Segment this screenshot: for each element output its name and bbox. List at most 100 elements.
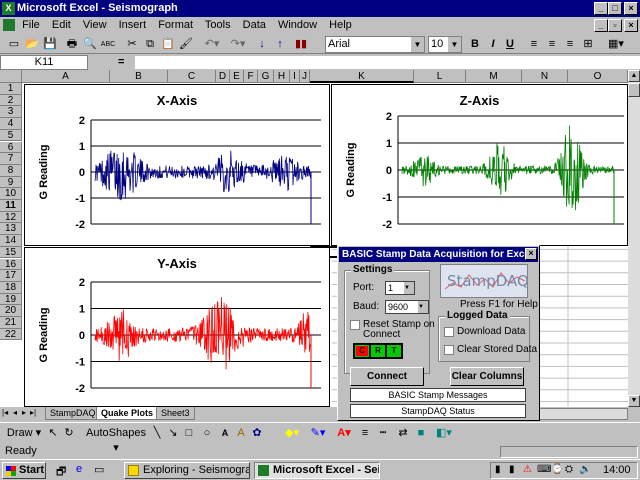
column-header[interactable]: D [216,70,230,83]
dialog-close-button[interactable]: × [525,248,537,260]
column-header[interactable]: B [110,70,168,83]
redo-icon[interactable]: ↷▾ [226,37,250,52]
connect-button[interactable]: Connect [350,367,424,386]
menu-file[interactable]: File [22,19,40,31]
bold-button[interactable]: B [468,37,482,52]
tab-scroll-first-icon[interactable]: |◂ [2,408,8,417]
copy-icon[interactable]: ⧉ [142,37,158,52]
row-header[interactable]: 6 [0,141,22,154]
column-header[interactable]: I [290,70,300,83]
chart-x-axis[interactable]: X-Axis G Reading 2 1 0 -1 -2 [24,84,330,246]
underline-button[interactable]: U [503,37,517,52]
chart-wizard-icon[interactable]: ▮▮ [292,37,310,52]
column-header[interactable]: F [244,70,258,83]
column-header[interactable]: N [522,70,568,83]
doc-close-button[interactable]: × [624,19,638,32]
menu-view[interactable]: View [83,19,107,31]
sort-descending-icon[interactable]: ↑ [272,37,288,52]
draw-menu[interactable]: Draw ▾ [6,426,42,441]
sort-ascending-icon[interactable]: ↓ [254,37,270,52]
cut-icon[interactable]: ✂ [124,37,140,52]
new-icon[interactable]: ▭ [6,37,22,52]
tray-icon[interactable]: ⛭ [565,464,573,475]
tab-scroll-prev-icon[interactable]: ◂ [13,408,17,417]
row-header[interactable]: 13 [0,223,22,236]
menu-window[interactable]: Window [278,19,317,31]
column-header[interactable]: H [274,70,290,83]
scroll-thumb[interactable] [628,83,640,97]
row-header[interactable]: 21 [0,317,22,329]
italic-button[interactable]: I [486,37,500,52]
maximize-button[interactable]: □ [608,2,622,15]
print-preview-icon[interactable]: 🔍 [82,37,98,52]
column-header[interactable]: G [258,70,274,83]
line-icon[interactable]: ╲ [150,426,164,441]
tray-icon[interactable]: ⌚ [551,464,563,475]
arrow-style-icon[interactable]: ⇄ [396,426,410,441]
font-color-icon[interactable]: A▾ [332,426,356,441]
dash-style-icon[interactable]: ┅ [376,426,390,441]
browser-icon[interactable]: e [76,463,90,477]
line-style-icon[interactable]: ≡ [358,426,372,441]
scroll-up-icon[interactable]: ▲ [628,70,640,82]
name-box[interactable]: K11 [0,55,88,70]
3d-icon[interactable]: ◧▾ [432,426,456,441]
close-button[interactable]: × [624,2,638,15]
menu-format[interactable]: Format [158,19,193,31]
tray-icon[interactable]: ▮ [509,464,515,475]
open-icon[interactable]: 📂 [24,37,40,52]
reset-stamp-checkbox[interactable] [350,320,360,330]
volume-icon[interactable]: 🔊 [579,464,591,475]
column-header[interactable]: E [230,70,244,83]
column-header[interactable]: O [568,70,628,83]
borders-icon[interactable]: ▦▾ [604,37,628,52]
autoshapes-menu[interactable]: AutoShapes ▾ [84,426,148,454]
chart-y-axis[interactable]: Y-Axis G Reading 2 1 0 -1 -2 [24,247,330,407]
doc-restore-button[interactable]: ▫ [608,19,622,32]
row-header[interactable]: 16 [0,258,22,271]
tray-icon[interactable]: ⌨ [537,464,551,475]
free-rotate-icon[interactable]: ↻ [62,426,76,441]
row-header[interactable]: 14 [0,235,22,247]
menu-insert[interactable]: Insert [119,19,147,31]
row-header[interactable]: 15 [0,246,22,259]
print-icon[interactable]: 🖶 [64,37,80,52]
line-color-icon[interactable]: ✎▾ [306,426,330,441]
column-header[interactable]: C [168,70,216,83]
column-header[interactable]: J [300,70,310,83]
row-header[interactable]: 19 [0,293,22,306]
menu-edit[interactable]: Edit [52,19,71,31]
task-exploring[interactable]: Exploring - Seismograph [124,462,250,479]
minimize-button[interactable]: _ [594,2,608,15]
clip-art-icon[interactable]: ✿ [250,426,264,441]
formula-input[interactable] [135,56,640,69]
spelling-icon[interactable]: ABC [100,37,116,52]
row-header[interactable]: 20 [0,305,22,317]
quick-launch-icon[interactable]: 🗗 [56,463,70,478]
font-select[interactable]: Arial ▼ [325,36,425,53]
undo-icon[interactable]: ↶▾ [200,37,224,52]
row-header[interactable]: 9 [0,176,22,189]
desktop-icon[interactable]: ▭ [94,463,108,477]
row-header[interactable]: 11 [0,200,22,212]
clock[interactable]: 14:00 [603,464,631,476]
task-excel[interactable]: Microsoft Excel - Seis... [254,462,380,479]
document-icon[interactable] [3,19,15,32]
align-right-icon[interactable]: ≡ [562,37,578,52]
row-header[interactable]: 10 [0,188,22,200]
tab-scroll-next-icon[interactable]: ▸ [22,408,26,417]
row-header[interactable]: 4 [0,118,22,130]
download-data-checkbox[interactable] [444,327,454,337]
chart-z-axis[interactable]: Z-Axis G Reading 2 1 0 -1 -2 [331,84,628,246]
row-header[interactable]: 2 [0,94,22,107]
start-button[interactable]: Start [2,462,46,479]
tab-scroll-last-icon[interactable]: ▸| [30,408,36,417]
fill-color-icon[interactable]: ◆▾ [280,426,304,441]
scroll-down-icon[interactable]: ▼ [628,395,640,407]
menu-tools[interactable]: Tools [205,19,231,31]
merge-center-icon[interactable]: ⊞ [580,37,596,52]
menu-help[interactable]: Help [329,19,352,31]
row-header[interactable]: 12 [0,211,22,224]
format-painter-icon[interactable]: 🖌 [178,37,194,52]
rectangle-icon[interactable]: □ [182,426,196,441]
